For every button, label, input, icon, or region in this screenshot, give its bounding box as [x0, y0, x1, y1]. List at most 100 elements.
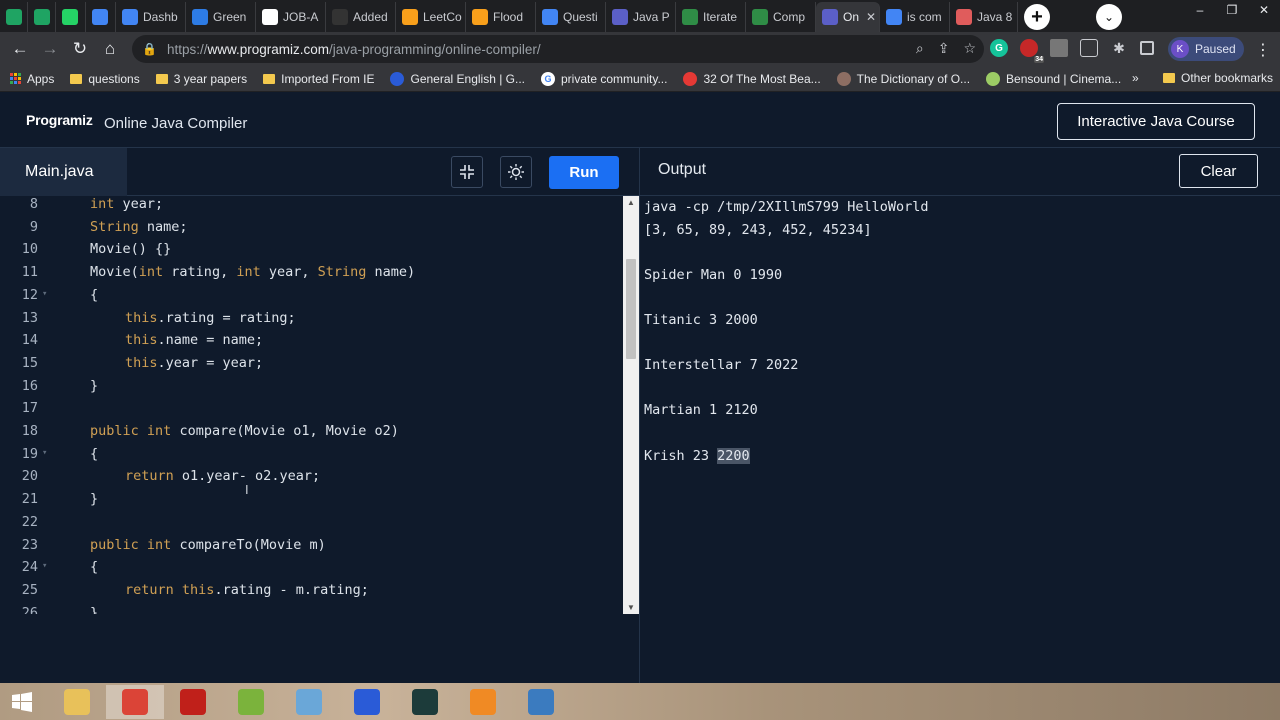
browser-tab[interactable]: JOB-A — [256, 2, 326, 32]
reload-icon[interactable]: ↻ — [65, 34, 95, 64]
code-editor[interactable]: 8 int year; 9 String name; 10 Movie() {} 11 Mov… — [0, 196, 623, 614]
code-token: int — [138, 264, 164, 281]
folder-icon — [155, 73, 168, 84]
restore-icon[interactable]: ❐ — [1216, 0, 1248, 20]
taskbar-app[interactable] — [106, 684, 164, 719]
browser-tab[interactable]: Added — [326, 2, 396, 32]
address-bar[interactable]: 🔒 https://www.programiz.com/java-program… — [132, 35, 984, 63]
forward-icon[interactable]: → — [35, 34, 65, 64]
zoom-icon[interactable]: ⌕ — [916, 40, 924, 57]
line-number: 12 — [21, 286, 38, 303]
browser-tab[interactable]: Iterate — [676, 2, 746, 32]
editor-scrollbar[interactable]: ▲ ▼ — [623, 196, 639, 614]
taskbar-app[interactable] — [164, 685, 222, 719]
browser-tab[interactable]: Comp — [746, 2, 816, 32]
puzzle-icon[interactable]: ✱ — [1110, 39, 1128, 57]
browser-tab[interactable]: is com — [880, 2, 950, 32]
browser-tab[interactable]: On ✕ — [816, 2, 880, 32]
image-viewer-icon — [528, 688, 554, 715]
minimize-editor-button[interactable] — [451, 156, 483, 188]
grammarly-icon[interactable]: G — [990, 39, 1008, 57]
folder-icon — [70, 73, 83, 84]
other-bookmarks-button[interactable]: Other bookmarks — [1163, 71, 1273, 85]
line-number: 9 — [29, 218, 38, 235]
bookmark-item[interactable]: General English | G... — [390, 71, 525, 86]
bookmark-star-icon[interactable]: ☆ — [963, 40, 976, 57]
taskbar-app[interactable] — [454, 685, 512, 719]
taskbar-app[interactable] — [338, 685, 396, 719]
menu-icon[interactable]: ⋮ — [1255, 40, 1271, 60]
code-text: int year; — [90, 196, 163, 212]
browser-tab[interactable]: Questi — [536, 2, 606, 32]
line-number: 17 — [21, 400, 38, 417]
code-text: public int compareTo(Movie m) — [90, 537, 326, 553]
bookmark-item[interactable]: Apps — [10, 72, 54, 86]
share-icon[interactable]: ⇪ — [938, 40, 950, 57]
close-tab-icon[interactable]: ✕ — [866, 10, 876, 24]
browser-tab[interactable]: Green — [186, 2, 256, 32]
clear-button[interactable]: Clear — [1179, 154, 1258, 188]
line-number: 22 — [21, 513, 38, 530]
bookmark-item[interactable]: 32 Of The Most Bea... — [683, 71, 821, 86]
browser-tab[interactable] — [86, 2, 116, 32]
browser-tab[interactable]: Java P — [606, 2, 676, 32]
code-token: year; — [114, 196, 164, 212]
fold-arrow-icon[interactable]: ▾ — [42, 561, 47, 571]
close-window-icon[interactable]: ✕ — [1248, 0, 1280, 20]
browser-tab[interactable]: Java 8 — [950, 2, 1018, 32]
interactive-course-button[interactable]: Interactive Java Course — [1057, 103, 1255, 140]
extension-badge-icon[interactable]: 34 — [1020, 39, 1044, 63]
taskbar-app[interactable] — [222, 685, 280, 719]
fold-arrow-icon[interactable]: ▾ — [42, 448, 47, 458]
fold-arrow-icon[interactable]: ▾ — [42, 289, 47, 299]
output-line: Krish 23 2200 — [644, 447, 750, 464]
bookmark-item[interactable]: The Dictionary of O... — [836, 71, 970, 86]
scroll-up-icon[interactable]: ▲ — [627, 198, 635, 207]
tab-title: JOB-A — [283, 10, 319, 24]
code-line: 14 this.name = name; — [0, 332, 623, 354]
code-token: String — [90, 218, 139, 235]
new-tab-button[interactable]: + — [1024, 4, 1050, 30]
line-number: 18 — [21, 423, 38, 439]
browser-tab[interactable] — [56, 2, 86, 32]
bookmarks-overflow-button[interactable]: » — [1132, 71, 1139, 85]
url-path: /java-programming/online-compiler/ — [329, 41, 541, 57]
profile-button[interactable]: K Paused — [1168, 37, 1244, 61]
bookmark-item[interactable]: 3 year papers — [155, 72, 247, 86]
theme-toggle-button[interactable] — [500, 156, 532, 188]
browser-tab[interactable]: Dashb — [116, 2, 186, 32]
code-token: return — [125, 581, 174, 598]
bookmark-item[interactable]: questions — [70, 72, 140, 86]
home-icon[interactable]: ⌂ — [95, 34, 125, 64]
output-line: Titanic 3 2000 — [644, 312, 758, 328]
sidebar-icon[interactable] — [1140, 41, 1154, 55]
browser-tab[interactable]: LeetCo — [396, 2, 466, 32]
tab-search-button[interactable]: ⌄ — [1096, 4, 1122, 30]
taskbar-app[interactable] — [280, 685, 338, 719]
taskbar-app[interactable] — [396, 685, 454, 719]
browser-tab[interactable] — [0, 2, 28, 32]
bookmark-item[interactable]: Bensound | Cinema... — [986, 71, 1121, 86]
bookmark-favicon — [683, 71, 698, 86]
browser-tab[interactable] — [28, 2, 56, 32]
back-icon[interactable]: ← — [5, 34, 35, 64]
code-text: this.rating = rating; — [125, 310, 296, 326]
taskbar-app[interactable] — [512, 685, 570, 719]
output-console[interactable]: java -cp /tmp/2XIllmS799 HelloWorld [3, 6… — [640, 196, 1280, 683]
extension-square-icon[interactable] — [1050, 39, 1068, 57]
browser-tab[interactable]: Flood — [466, 2, 536, 32]
programiz-logo[interactable]: Programiz — [26, 112, 93, 128]
taskbar-app[interactable] — [48, 685, 106, 719]
start-button[interactable] — [0, 683, 44, 720]
bookmark-item[interactable]: Imported From IE — [263, 72, 374, 86]
scrollbar-thumb[interactable] — [626, 259, 636, 359]
collapse-icon — [460, 165, 474, 179]
minimize-icon[interactable]: – — [1184, 0, 1216, 20]
bookmark-item[interactable]: Gprivate community... — [541, 71, 667, 86]
scroll-down-icon[interactable]: ▼ — [627, 603, 635, 612]
code-token: { — [90, 445, 99, 462]
run-button[interactable]: Run — [549, 156, 619, 189]
extension-glasses-icon[interactable] — [1080, 39, 1098, 57]
file-tab-main-java[interactable]: Main.java — [0, 148, 127, 196]
